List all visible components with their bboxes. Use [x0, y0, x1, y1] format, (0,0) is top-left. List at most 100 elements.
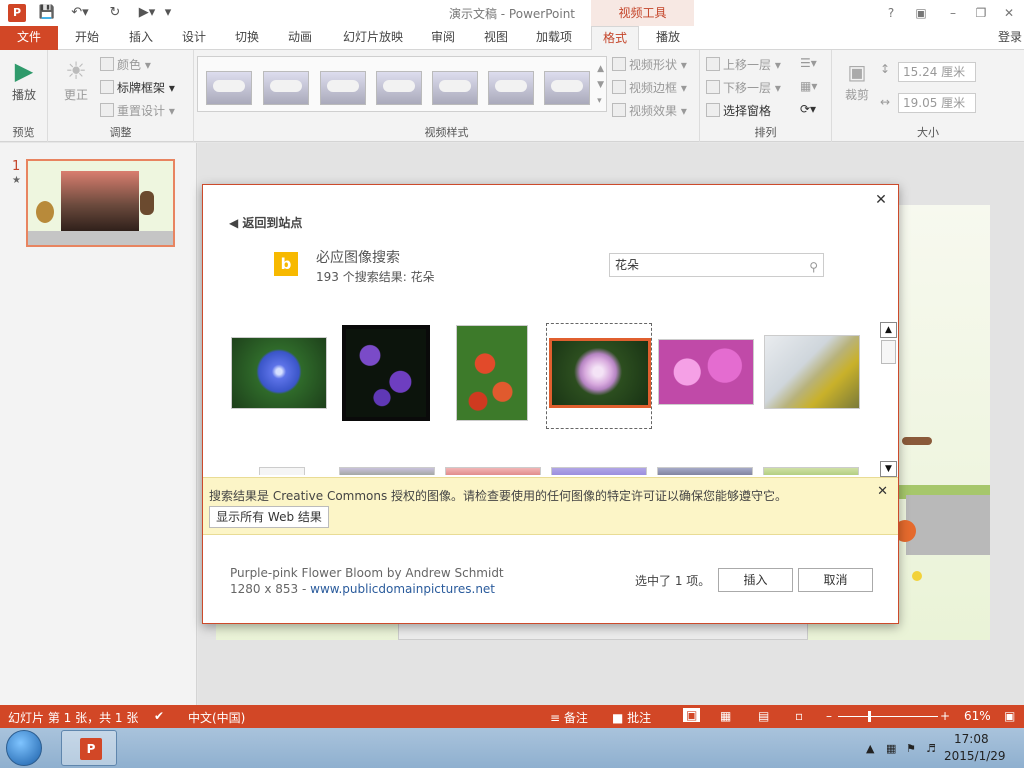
image-result-pink-azalea[interactable]	[658, 339, 754, 405]
width-field[interactable]: 19.05 厘米	[898, 93, 976, 113]
tab-addins[interactable]: 加载项	[526, 26, 582, 50]
video-style-thumb[interactable]	[432, 71, 478, 105]
poster-frame-button[interactable]: 标牌框架 ▾	[100, 79, 175, 96]
ribbon-display-options-icon[interactable]: ▣	[910, 4, 932, 22]
flag-icon[interactable]: ⚑	[906, 742, 916, 755]
image-result-row2[interactable]	[763, 467, 859, 475]
image-result-purple-anemones[interactable]	[342, 325, 430, 421]
search-icon[interactable]: ⚲	[809, 256, 818, 278]
video-effects-button[interactable]: 视频效果 ▾	[612, 102, 687, 119]
clock-date[interactable]: 2015/1/29	[944, 749, 1006, 763]
video-border-button[interactable]: 视频边框 ▾	[612, 79, 687, 96]
results-scrollbar[interactable]: ▲ ▼	[880, 322, 897, 478]
image-result-yellow-flowers[interactable]	[764, 335, 860, 409]
zoom-slider-thumb[interactable]	[868, 711, 871, 722]
cancel-button[interactable]: 取消	[798, 568, 873, 592]
align-icon[interactable]: ☰▾	[800, 56, 817, 70]
notice-close-icon[interactable]: ✕	[877, 484, 888, 499]
send-backward-button[interactable]: 下移一层 ▾	[706, 79, 781, 96]
customize-quick-access-icon[interactable]: ▾	[162, 4, 174, 22]
tab-playback[interactable]: 播放	[644, 26, 692, 50]
height-field[interactable]: 15.24 厘米	[898, 62, 976, 82]
windows-start-icon[interactable]	[6, 730, 42, 766]
color-button[interactable]: 颜色 ▾	[100, 56, 151, 73]
correct-button[interactable]: ☀ 更正	[56, 56, 96, 103]
search-input[interactable]: 花朵 ⚲	[609, 253, 824, 277]
reset-design-button[interactable]: 重置设计 ▾	[100, 102, 175, 119]
show-all-web-results-button[interactable]: 显示所有 Web 结果	[209, 506, 329, 528]
bring-forward-button[interactable]: 上移一层 ▾	[706, 56, 781, 73]
scrollbar-thumb[interactable]	[881, 340, 896, 364]
zoom-out-icon[interactable]: –	[826, 709, 832, 723]
image-result-row2[interactable]	[445, 467, 541, 475]
slideshow-view-icon[interactable]: ▫	[795, 709, 803, 723]
clock-time[interactable]: 17:08	[954, 732, 989, 746]
notes-button[interactable]: ≡ 备注	[550, 709, 588, 726]
network-icon[interactable]: ▦	[886, 742, 896, 755]
save-icon[interactable]: 💾	[38, 4, 56, 22]
thumb-character-right	[140, 191, 154, 215]
spell-check-icon[interactable]: ✔	[154, 709, 164, 723]
image-result-row2[interactable]	[551, 467, 647, 475]
play-button[interactable]: ▶ 播放	[4, 56, 44, 103]
video-style-thumb[interactable]	[488, 71, 534, 105]
login-link[interactable]: 登录	[998, 26, 1022, 48]
crop-button[interactable]: ▣ 裁剪	[840, 58, 874, 103]
video-shape-button[interactable]: 视频形状 ▾	[612, 56, 687, 73]
tab-transitions[interactable]: 切换	[224, 26, 270, 50]
tab-home[interactable]: 开始	[64, 26, 110, 50]
powerpoint-app-icon[interactable]: P	[8, 4, 26, 22]
language-indicator[interactable]: 中文(中国)	[188, 709, 245, 726]
video-styles-gallery[interactable]: ▲ ▼ ▾	[197, 56, 607, 112]
image-result-row2[interactable]	[339, 467, 435, 475]
video-style-thumb[interactable]	[320, 71, 366, 105]
taskbar-powerpoint-button[interactable]: P	[61, 730, 117, 766]
tab-review[interactable]: 审阅	[420, 26, 466, 50]
image-result-purple-pink-dahlia[interactable]	[549, 338, 651, 408]
group-objects-icon[interactable]: ▦▾	[800, 79, 817, 93]
fit-slide-icon[interactable]: ▣	[1004, 709, 1015, 723]
tab-design[interactable]: 设计	[171, 26, 217, 50]
gallery-more-icon[interactable]: ▲ ▼ ▾	[597, 61, 604, 109]
close-window-icon[interactable]: ✕	[998, 4, 1020, 22]
rotate-icon[interactable]: ⟳▾	[800, 102, 816, 116]
tab-file[interactable]: 文件	[0, 26, 58, 50]
scroll-up-icon[interactable]: ▲	[880, 322, 897, 338]
zoom-in-icon[interactable]: +	[940, 709, 950, 723]
minimize-icon[interactable]: –	[942, 4, 964, 22]
volume-icon[interactable]: ♬	[926, 742, 936, 755]
image-result-row2[interactable]	[657, 467, 753, 475]
back-to-sites-link[interactable]: ◀ 返回到站点	[229, 214, 302, 231]
video-style-thumb[interactable]	[376, 71, 422, 105]
video-style-thumb[interactable]	[263, 71, 309, 105]
image-result-cell-selected[interactable]	[546, 323, 652, 429]
zoom-slider[interactable]	[838, 716, 938, 717]
image-result-red-flowers[interactable]	[456, 325, 528, 421]
tab-format[interactable]: 格式	[591, 26, 639, 51]
image-source-link[interactable]: www.publicdomainpictures.net	[310, 582, 495, 596]
slide-sorter-icon[interactable]: ▦	[720, 709, 731, 723]
dialog-close-icon[interactable]: ✕	[872, 191, 890, 209]
image-result-row2[interactable]	[259, 467, 305, 475]
tab-slideshow[interactable]: 幻灯片放映	[333, 26, 413, 50]
tray-show-hidden-icon[interactable]: ▲	[866, 742, 874, 755]
video-style-thumb[interactable]	[544, 71, 590, 105]
tab-view[interactable]: 视图	[473, 26, 519, 50]
redo-icon[interactable]: ↻	[106, 4, 124, 22]
start-from-beginning-icon[interactable]: ▶▾	[134, 4, 160, 22]
help-icon[interactable]: ?	[880, 4, 902, 22]
reading-view-icon[interactable]: ▤	[758, 709, 769, 723]
comments-button[interactable]: ■ 批注	[612, 709, 651, 726]
restore-icon[interactable]: ❐	[970, 4, 992, 22]
zoom-level[interactable]: 61%	[964, 709, 991, 723]
undo-icon[interactable]: ↶▾	[66, 4, 94, 22]
slide-thumbnail[interactable]	[26, 159, 175, 247]
image-result-blue-morning-glory[interactable]	[231, 337, 327, 409]
selection-pane-button[interactable]: 选择窗格	[706, 102, 771, 119]
insert-button[interactable]: 插入	[718, 568, 793, 592]
scroll-down-icon[interactable]: ▼	[880, 461, 897, 477]
video-style-thumb[interactable]	[206, 71, 252, 105]
tab-animations[interactable]: 动画	[277, 26, 323, 50]
tab-insert[interactable]: 插入	[118, 26, 164, 50]
normal-view-icon[interactable]: ▣	[683, 708, 701, 722]
